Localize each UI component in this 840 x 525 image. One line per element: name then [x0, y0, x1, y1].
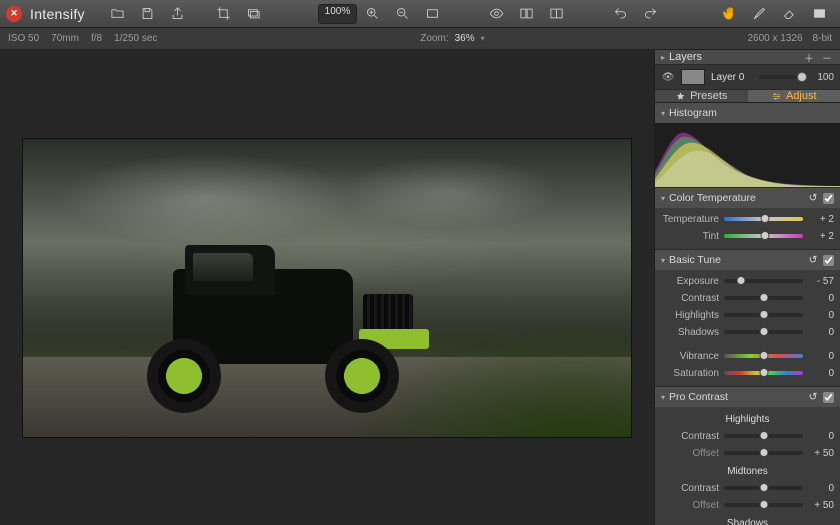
section-enable-checkbox[interactable] — [822, 391, 834, 403]
shadows-slider[interactable] — [724, 330, 803, 334]
info-aperture: f/8 — [91, 33, 102, 44]
layers-title: Layers — [669, 51, 798, 63]
zoom-readout[interactable]: 100% — [318, 4, 358, 24]
app-brand: Intensify — [30, 6, 85, 22]
histogram-display — [655, 123, 840, 187]
section-basic-tune-header[interactable]: ▾Basic Tune ↺ — [655, 250, 840, 270]
remove-layer-button[interactable]: － — [820, 50, 834, 64]
exposure-slider[interactable] — [724, 279, 803, 283]
pc-mid-contrast-slider[interactable] — [724, 486, 803, 490]
info-dimensions: 2600 x 1326 — [747, 33, 802, 44]
vibrance-slider[interactable] — [724, 354, 803, 358]
reset-icon[interactable]: ↺ — [807, 254, 819, 266]
compare-button[interactable] — [511, 4, 541, 24]
zoom-dropdown-icon[interactable]: ▾ — [481, 34, 485, 43]
section-pro-contrast-header[interactable]: ▾Pro Contrast ↺ — [655, 387, 840, 407]
undo-button[interactable] — [605, 4, 635, 24]
fit-screen-button[interactable] — [417, 4, 447, 24]
compare-split-button[interactable] — [541, 4, 571, 24]
gradient-tool-button[interactable] — [804, 4, 834, 24]
saturation-slider[interactable] — [724, 371, 803, 375]
layer-name[interactable]: Layer 0 — [711, 72, 753, 83]
contrast-slider[interactable] — [724, 296, 803, 300]
open-file-button[interactable] — [103, 4, 133, 24]
highlights-slider[interactable] — [724, 313, 803, 317]
share-button[interactable] — [163, 4, 193, 24]
right-panel: ▸ Layers ＋ － 👁 Layer 0 100 Presets Adjus… — [654, 50, 840, 525]
layer-row[interactable]: 👁 Layer 0 100 — [655, 65, 840, 90]
pc-mid-offset-slider[interactable] — [724, 503, 803, 507]
batch-button[interactable] — [239, 4, 269, 24]
layer-opacity-value: 100 — [810, 72, 834, 83]
panel-tabs: Presets Adjust — [655, 90, 840, 103]
layer-opacity-slider[interactable] — [759, 75, 804, 79]
tab-presets[interactable]: Presets — [655, 90, 748, 102]
info-focal: 70mm — [51, 33, 79, 44]
redo-button[interactable] — [635, 4, 665, 24]
layer-visibility-icon[interactable]: 👁 — [661, 72, 675, 83]
zoom-out-button[interactable] — [387, 4, 417, 24]
collapse-icon: ▸ — [661, 53, 665, 62]
layer-thumbnail — [681, 69, 705, 85]
canvas-area[interactable] — [0, 50, 654, 525]
section-color-temp-header[interactable]: ▾Color Temperature ↺ — [655, 188, 840, 208]
pc-high-offset-slider[interactable] — [724, 451, 803, 455]
reset-icon[interactable]: ↺ — [807, 192, 819, 204]
sliders-icon — [771, 91, 782, 102]
layers-panel-header[interactable]: ▸ Layers ＋ － — [655, 50, 840, 65]
zoom-in-button[interactable] — [357, 4, 387, 24]
eraser-tool-button[interactable] — [774, 4, 804, 24]
temperature-slider[interactable] — [724, 217, 803, 221]
section-enable-checkbox[interactable] — [822, 254, 834, 266]
section-histogram-header[interactable]: ▾Histogram — [655, 103, 840, 123]
info-bit-depth: 8-bit — [813, 33, 832, 44]
save-file-button[interactable] — [133, 4, 163, 24]
info-iso: ISO 50 — [8, 33, 39, 44]
brush-tool-button[interactable] — [744, 4, 774, 24]
tint-slider[interactable] — [724, 234, 803, 238]
hand-tool-button[interactable] — [714, 4, 744, 24]
section-enable-checkbox[interactable] — [822, 192, 834, 204]
zoom-label: Zoom: — [420, 33, 448, 44]
image-preview[interactable] — [22, 138, 632, 438]
crop-button[interactable] — [209, 4, 239, 24]
star-icon — [675, 91, 686, 102]
preview-eye-button[interactable] — [481, 4, 511, 24]
reset-icon[interactable]: ↺ — [807, 391, 819, 403]
tab-adjust[interactable]: Adjust — [748, 90, 840, 102]
main-toolbar: ✕ Intensify 100% — [0, 0, 840, 28]
zoom-value[interactable]: 36% — [455, 33, 475, 44]
pc-high-contrast-slider[interactable] — [724, 434, 803, 438]
add-layer-button[interactable]: ＋ — [802, 50, 816, 64]
image-info-bar: ISO 50 70mm f/8 1/250 sec Zoom: 36% ▾ 26… — [0, 28, 840, 50]
info-shutter: 1/250 sec — [114, 33, 157, 44]
app-logo: ✕ — [6, 6, 22, 22]
